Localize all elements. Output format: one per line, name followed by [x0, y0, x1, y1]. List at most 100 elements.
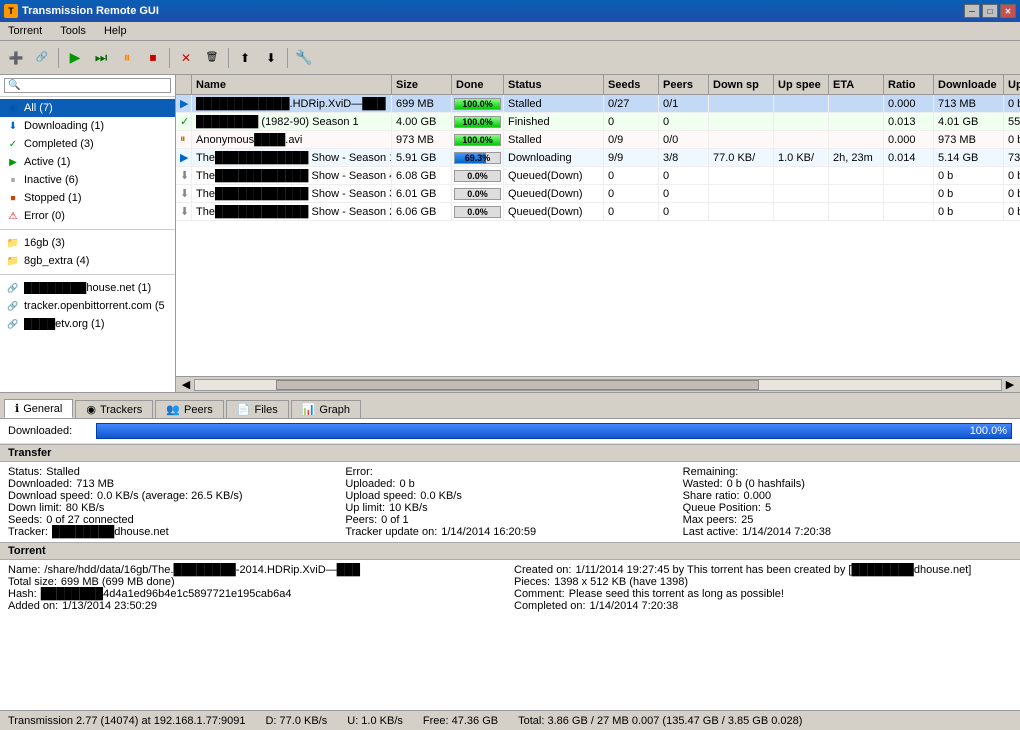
sidebar-item-tracker2[interactable]: 🔗 tracker.openbittorrent.com (5 [0, 297, 175, 315]
seeds-row: Seeds: 0 of 27 connected [8, 514, 337, 526]
sidebar-item-active[interactable]: ▶ Active (1) [0, 153, 175, 171]
torrent-list-header: Name Size Done Status Seeds Peers Down s… [176, 75, 1020, 95]
table-row[interactable]: ⬇ The████████████ Show - Season 4 6.08 G… [176, 167, 1020, 185]
up-speed-status: U: 1.0 KB/s [347, 715, 403, 727]
row-uploaded: 0 b [1004, 95, 1020, 112]
status-label: Status: [8, 466, 42, 478]
tab-files[interactable]: 📄 Files [226, 400, 289, 418]
delete-button[interactable]: ✕ [174, 46, 198, 70]
row-size: 5.91 GB [392, 149, 452, 166]
sidebar-item-16gb[interactable]: 📁 16gb (3) [0, 234, 175, 252]
th-upspeed[interactable]: Up spee [774, 75, 829, 94]
sidebar-item-inactive[interactable]: ⏸ Inactive (6) [0, 171, 175, 189]
sidebar-item-tracker1[interactable]: 🔗 ████████house.net (1) [0, 279, 175, 297]
sidebar-item-tracker3[interactable]: 🔗 ████etv.org (1) [0, 315, 175, 333]
tab-graph[interactable]: 📊 Graph [291, 400, 361, 418]
menu-torrent[interactable]: Torrent [4, 24, 46, 38]
created-on-label: Created on: [514, 564, 571, 576]
table-row[interactable]: ▶ The████████████ Show - Season 1 5.91 G… [176, 149, 1020, 167]
toolbar-separator-4 [287, 48, 288, 68]
row-done: 0.0% [452, 203, 504, 220]
th-done[interactable]: Done [452, 75, 504, 94]
row-status: Stalled [504, 131, 604, 148]
horizontal-scrollbar[interactable]: ◀ ▶ [176, 376, 1020, 392]
sidebar-item-8gb-extra[interactable]: 📁 8gb_extra (4) [0, 252, 175, 270]
row-uploaded: 0 b [1004, 167, 1020, 184]
add-torrent-button[interactable]: ➕ [4, 46, 28, 70]
row-downspeed [709, 203, 774, 220]
row-downloaded: 713 MB [934, 95, 1004, 112]
th-downloaded[interactable]: Downloade [934, 75, 1004, 94]
sidebar-item-downloading[interactable]: ⬇ Downloading (1) [0, 117, 175, 135]
th-status[interactable]: Status [504, 75, 604, 94]
menu-help[interactable]: Help [100, 24, 131, 38]
delete-data-button[interactable]: 🗑 [200, 46, 224, 70]
completed-on-row: Completed on: 1/14/2014 7:20:38 [514, 600, 1012, 612]
th-eta[interactable]: ETA [829, 75, 884, 94]
move-down-button[interactable]: ⬇ [259, 46, 283, 70]
torrent-list-body: ▶ ████████████.HDRip.XviD—███ 699 MB 100… [176, 95, 1020, 376]
table-row[interactable]: ⏸ Anonymous████.avi 973 MB 100.0% Stalle… [176, 131, 1020, 149]
resume-button[interactable]: ▶ [63, 46, 87, 70]
th-name[interactable]: Name [192, 75, 392, 94]
menu-tools[interactable]: Tools [56, 24, 90, 38]
tab-peers[interactable]: 👥 Peers [155, 400, 223, 418]
th-size[interactable]: Size [392, 75, 452, 94]
row-seeds: 0/9 [604, 131, 659, 148]
error-icon: ⚠ [6, 209, 20, 223]
stop-all-button[interactable]: ⏹ [141, 46, 165, 70]
sidebar-item-all[interactable]: ◉ All (7) [0, 99, 175, 117]
table-row[interactable]: ▶ ████████████.HDRip.XviD—███ 699 MB 100… [176, 95, 1020, 113]
th-seeds[interactable]: Seeds [604, 75, 659, 94]
tab-general[interactable]: ℹ General [4, 399, 73, 418]
row-done: 0.0% [452, 185, 504, 202]
sidebar-item-stopped[interactable]: ⏹ Stopped (1) [0, 189, 175, 207]
row-seeds: 0/27 [604, 95, 659, 112]
table-row[interactable]: ⬇ The████████████ Show - Season 2 6.06 G… [176, 203, 1020, 221]
minimize-button[interactable]: ─ [964, 4, 980, 18]
scrollbar-track[interactable] [194, 379, 1002, 391]
table-row[interactable]: ✓ ████████ (1982-90) Season 1 4.00 GB 10… [176, 113, 1020, 131]
search-input[interactable] [20, 80, 167, 91]
sidebar-label-all: All (7) [24, 102, 169, 114]
torrent-name-label: Name: [8, 564, 40, 576]
row-ratio [884, 203, 934, 220]
sidebar-label-8gb-extra: 8gb_extra (4) [24, 255, 169, 267]
move-up-button[interactable]: ⬆ [233, 46, 257, 70]
row-eta [829, 203, 884, 220]
th-peers[interactable]: Peers [659, 75, 709, 94]
max-peers-label: Max peers: [683, 514, 737, 526]
row-uploaded: 0 b [1004, 185, 1020, 202]
graph-tab-icon: 📊 [302, 403, 316, 416]
close-button[interactable]: ✕ [1000, 4, 1016, 18]
uploaded-value: 0 b [399, 478, 414, 490]
row-peers: 0 [659, 167, 709, 184]
active-icon: ▶ [6, 155, 20, 169]
tab-trackers[interactable]: ◉ Trackers [75, 400, 153, 418]
error-label: Error: [345, 466, 373, 478]
row-status: Queued(Down) [504, 185, 604, 202]
th-status-icon[interactable] [176, 75, 192, 94]
row-upspeed: 1.0 KB/ [774, 149, 829, 166]
download-speed-label: Download speed: [8, 490, 93, 502]
maximize-button[interactable]: □ [982, 4, 998, 18]
scrollbar-thumb[interactable] [276, 380, 760, 390]
row-downspeed [709, 185, 774, 202]
th-ratio[interactable]: Ratio [884, 75, 934, 94]
pause-button[interactable]: ⏸ [115, 46, 139, 70]
add-url-button[interactable]: 🔗 [30, 46, 54, 70]
th-uploaded[interactable]: Uploaded [1004, 75, 1020, 94]
table-row[interactable]: ⬇ The████████████ Show - Season 3 6.01 G… [176, 185, 1020, 203]
scroll-left-button[interactable]: ◀ [178, 378, 194, 391]
scroll-right-button[interactable]: ▶ [1002, 378, 1018, 391]
tracker-update-label: Tracker update on: [345, 526, 437, 538]
settings-button[interactable]: 🔧 [292, 46, 316, 70]
row-downloaded: 0 b [934, 167, 1004, 184]
sidebar-item-completed[interactable]: ✓ Completed (3) [0, 135, 175, 153]
status-icon: ⏸ [180, 133, 186, 146]
sidebar-item-error[interactable]: ⚠ Error (0) [0, 207, 175, 225]
status-bar: Transmission 2.77 (14074) at 192.168.1.7… [0, 710, 1020, 730]
th-downspeed[interactable]: Down sp [709, 75, 774, 94]
resume-all-button[interactable]: ⏭ [89, 46, 113, 70]
progress-label: 0.0% [455, 171, 500, 181]
